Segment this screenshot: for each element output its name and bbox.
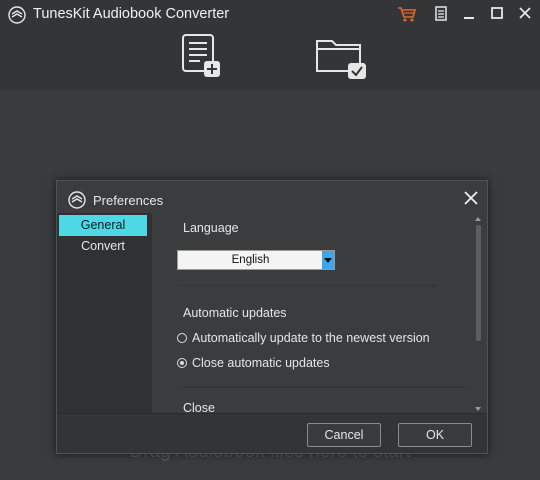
update-option-close[interactable]: Close automatic updates: [177, 354, 330, 372]
dialog-close-icon[interactable]: [461, 188, 481, 208]
convert-folder-icon[interactable]: [314, 35, 372, 81]
tuneskit-logo-icon: [8, 6, 26, 24]
preferences-dialog: Preferences General Convert Language Eng…: [56, 180, 488, 454]
ok-button[interactable]: OK: [398, 423, 472, 447]
tab-general[interactable]: General: [59, 215, 147, 236]
dialog-title: Preferences: [93, 193, 164, 208]
automatic-updates-label: Automatic updates: [183, 306, 287, 320]
shopping-cart-icon[interactable]: [396, 4, 418, 24]
tuneskit-logo-icon: [68, 191, 86, 209]
language-label: Language: [183, 221, 239, 235]
minimize-icon[interactable]: [458, 4, 480, 24]
radio-close-updates[interactable]: [177, 358, 187, 368]
update-option-auto[interactable]: Automatically update to the newest versi…: [177, 329, 430, 347]
maximize-icon[interactable]: [486, 4, 508, 24]
scroll-thumb[interactable]: [476, 225, 481, 341]
preferences-sidebar: General Convert: [57, 213, 152, 413]
scroll-up-icon[interactable]: [475, 217, 481, 221]
tab-convert[interactable]: Convert: [59, 236, 147, 257]
preferences-scrollbar[interactable]: [474, 215, 483, 413]
language-select-value: English: [231, 254, 270, 266]
language-select[interactable]: English: [177, 250, 335, 270]
preferences-content: Language English Automatic updates Autom…: [158, 213, 471, 413]
dialog-footer: Cancel OK: [57, 413, 487, 453]
menu-icon[interactable]: [430, 4, 452, 24]
radio-close-updates-label: Close automatic updates: [192, 356, 330, 370]
app-header: TunesKit Audiobook Converter: [0, 0, 540, 90]
app-title: TunesKit Audiobook Converter: [33, 6, 230, 22]
close-icon[interactable]: [514, 4, 536, 24]
radio-auto-update-label: Automatically update to the newest versi…: [192, 331, 430, 345]
scroll-down-icon[interactable]: [475, 407, 481, 411]
radio-auto-update[interactable]: [177, 333, 187, 343]
chevron-down-icon[interactable]: [322, 251, 334, 269]
cancel-button[interactable]: Cancel: [307, 423, 381, 447]
add-files-icon[interactable]: [180, 33, 224, 79]
section-divider: [177, 387, 471, 388]
close-section-label: Close: [183, 401, 215, 413]
